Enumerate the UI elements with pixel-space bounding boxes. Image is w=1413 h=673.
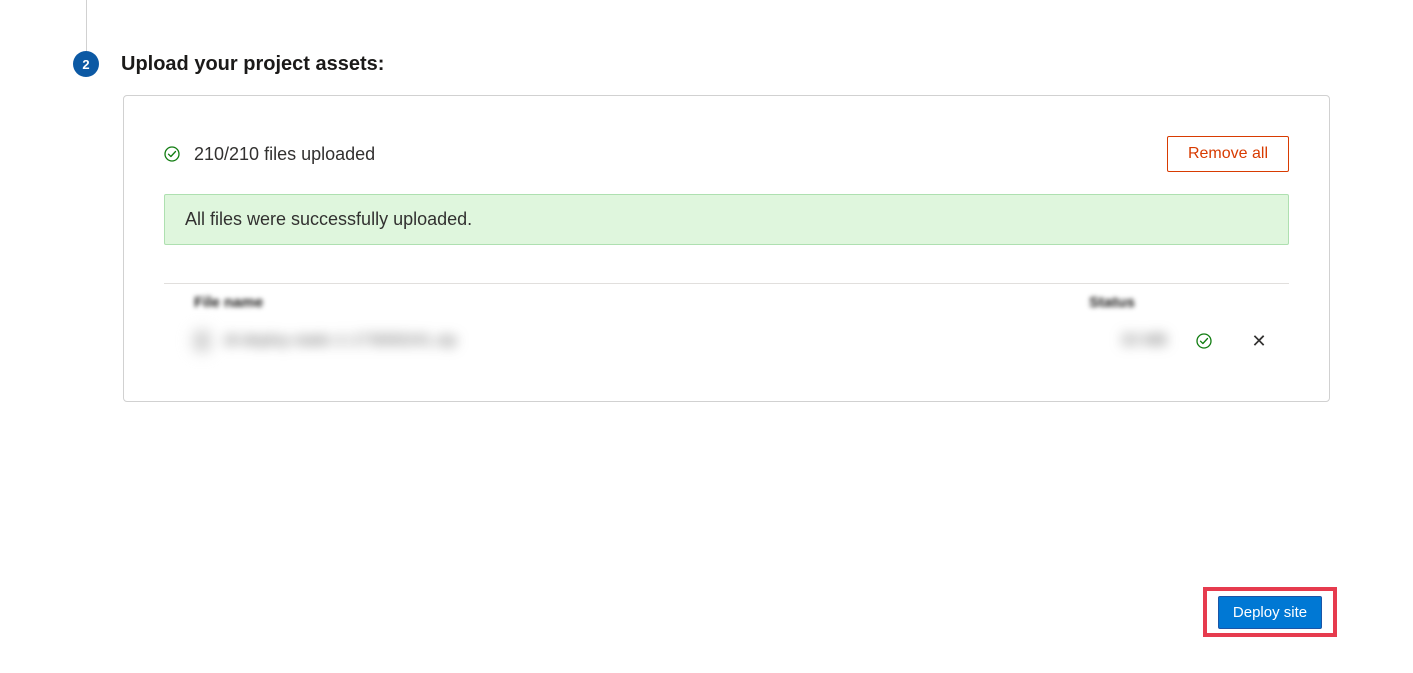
header-status: Status [1089,294,1289,311]
deploy-site-button[interactable]: Deploy site [1218,596,1322,629]
step-number: 2 [82,57,89,72]
close-icon: ✕ [1251,332,1266,350]
row-success-check-icon [1196,333,1212,349]
step-header: 2 Upload your project assets: [73,51,384,77]
file-name-text: di-deploy-static-1-173000241.zip [224,332,456,349]
header-filename: File name [164,294,1089,311]
remove-all-button[interactable]: Remove all [1167,136,1289,172]
upload-summary-left: 210/210 files uploaded [164,144,375,165]
success-check-icon [164,146,180,162]
file-icon [194,331,210,351]
success-banner: All files were successfully uploaded. [164,194,1289,245]
file-table-header: File name Status [164,284,1289,321]
upload-panel: 210/210 files uploaded Remove all All fi… [123,95,1330,402]
file-name-cell: di-deploy-static-1-173000241.zip [164,331,1109,351]
remove-file-button[interactable]: ✕ [1229,332,1289,350]
deploy-highlight-box: Deploy site [1203,587,1337,637]
step-number-badge: 2 [73,51,99,77]
file-status-cell [1179,333,1229,349]
upload-count-text: 210/210 files uploaded [194,144,375,165]
file-table: File name Status di-deploy-static-1-1730… [164,284,1289,361]
table-row: di-deploy-static-1-173000241.zip 33 MB ✕ [164,321,1289,361]
timeline-connector [86,0,87,53]
step-title: Upload your project assets: [121,53,384,76]
upload-summary-row: 210/210 files uploaded Remove all [164,136,1289,172]
file-size-cell: 33 MB [1109,332,1179,350]
